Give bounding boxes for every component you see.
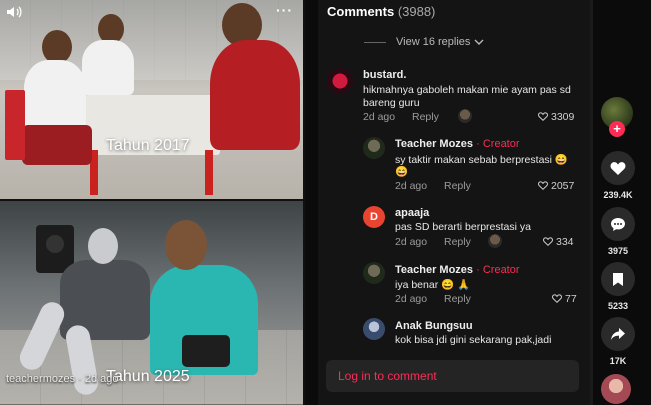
comments-count: (3988) <box>397 4 436 19</box>
share-button[interactable] <box>601 317 635 351</box>
reply-button[interactable]: Reply <box>444 180 471 192</box>
saves-count: 5233 <box>607 301 629 311</box>
music-avatar[interactable] <box>601 374 631 404</box>
scrollbar[interactable] <box>590 0 593 405</box>
silver-person-head <box>88 228 118 264</box>
comment-text: hikmahnya gaboleh makan mie ayam pas sd <box>363 84 571 96</box>
creator-badge: · Creator <box>473 264 520 276</box>
chevron-down-icon <box>474 39 484 45</box>
table-leg <box>205 150 213 195</box>
username-label: Teacher Mozes <box>395 264 474 276</box>
comment-text: sy taktir makan sebab berprestasi 😄 <box>395 154 568 166</box>
photo-2017: Tahun 2017 ··· <box>0 0 303 199</box>
like-count: 3309 <box>551 111 575 123</box>
divider-line <box>364 41 386 43</box>
like-count: 334 <box>556 236 574 248</box>
comment-date: 2d ago <box>395 293 428 305</box>
reply-button[interactable]: Reply <box>444 236 471 248</box>
username-label: Teacher Mozes <box>395 138 474 150</box>
share-arrow-icon <box>611 328 625 340</box>
comments-title: Comments <box>327 4 395 19</box>
likes-count: 239.4K <box>603 190 633 200</box>
heart-outline-icon <box>552 294 562 303</box>
avatar[interactable] <box>363 318 385 340</box>
comment-username[interactable]: Teacher Mozes · Creator <box>395 264 520 276</box>
like-button[interactable]: 2057 <box>538 180 574 192</box>
like-button[interactable] <box>601 151 635 185</box>
post-media[interactable]: Tahun 2017 ··· Tahun 2025 teachermozes ·… <box>0 0 305 405</box>
teacher-shirt <box>210 40 300 150</box>
heart-outline-icon <box>538 181 548 190</box>
avatar[interactable] <box>363 137 385 159</box>
comment-date: 2d ago <box>395 180 428 192</box>
more-icon[interactable]: ··· <box>276 2 293 18</box>
comment-text: pas SD berarti berprestasi ya <box>395 221 531 233</box>
view-replies-label: View 16 replies <box>396 36 471 48</box>
avatar[interactable] <box>363 262 385 284</box>
creator-badge: · Creator <box>473 138 520 150</box>
comment-bubble-icon <box>611 217 625 231</box>
comment-username[interactable]: Anak Bungsuu <box>395 320 473 332</box>
like-count: 2057 <box>551 180 575 192</box>
comment-text-line2: 😄 <box>395 166 409 178</box>
action-rail: + 239.4K 3975 5233 17K <box>597 0 651 405</box>
comment-button[interactable] <box>601 207 635 241</box>
creator-liked-icon <box>488 234 502 248</box>
comment-text: iya benar 😄 🙏 <box>395 279 471 291</box>
creator-liked-icon <box>458 109 472 123</box>
avatar[interactable]: D <box>363 206 385 228</box>
stool <box>5 90 25 160</box>
reply-button[interactable]: Reply <box>412 111 439 123</box>
save-button[interactable] <box>601 262 635 296</box>
comments-panel: Comments (3988) View 16 replies bustard.… <box>318 0 591 405</box>
like-button[interactable]: 3309 <box>538 111 574 123</box>
boy-shirt <box>82 40 134 95</box>
reply-button[interactable]: Reply <box>444 293 471 305</box>
comments-count: 3975 <box>607 246 629 256</box>
bookmark-icon <box>613 272 623 286</box>
comment-text-line2: bareng guru <box>363 97 420 109</box>
boy-shorts <box>22 125 92 165</box>
caption-2017: Tahun 2017 <box>106 137 190 154</box>
like-button[interactable]: 334 <box>543 236 574 248</box>
heart-icon <box>610 161 626 175</box>
comment-date: 2d ago <box>363 111 396 123</box>
boy-head <box>42 30 72 64</box>
like-button[interactable]: 77 <box>552 293 577 305</box>
login-label: Log in to comment <box>338 369 437 383</box>
shoulder-bag <box>182 335 230 367</box>
man-head <box>165 220 207 270</box>
like-count: 77 <box>565 293 577 305</box>
comment-username[interactable]: bustard. <box>363 69 406 81</box>
comment-username[interactable]: apaaja <box>395 207 429 219</box>
comment-text: kok bisa jdi gini sekarang pak,jadi <box>395 334 552 346</box>
volume-icon[interactable] <box>6 5 22 22</box>
login-to-comment-button[interactable]: Log in to comment <box>326 360 579 392</box>
comment-username[interactable]: Teacher Mozes · Creator <box>395 138 520 150</box>
comments-header: Comments (3988) <box>327 4 435 19</box>
view-replies-button[interactable]: View 16 replies <box>364 36 484 48</box>
watermark: teachermozes · 2d ago <box>6 373 119 385</box>
comment-date: 2d ago <box>395 236 428 248</box>
heart-outline-icon <box>538 112 548 121</box>
follow-button[interactable]: + <box>609 121 625 137</box>
shares-count: 17K <box>609 356 627 366</box>
heart-outline-icon <box>543 237 553 246</box>
avatar[interactable] <box>327 68 353 94</box>
boy-shirt <box>24 60 86 130</box>
